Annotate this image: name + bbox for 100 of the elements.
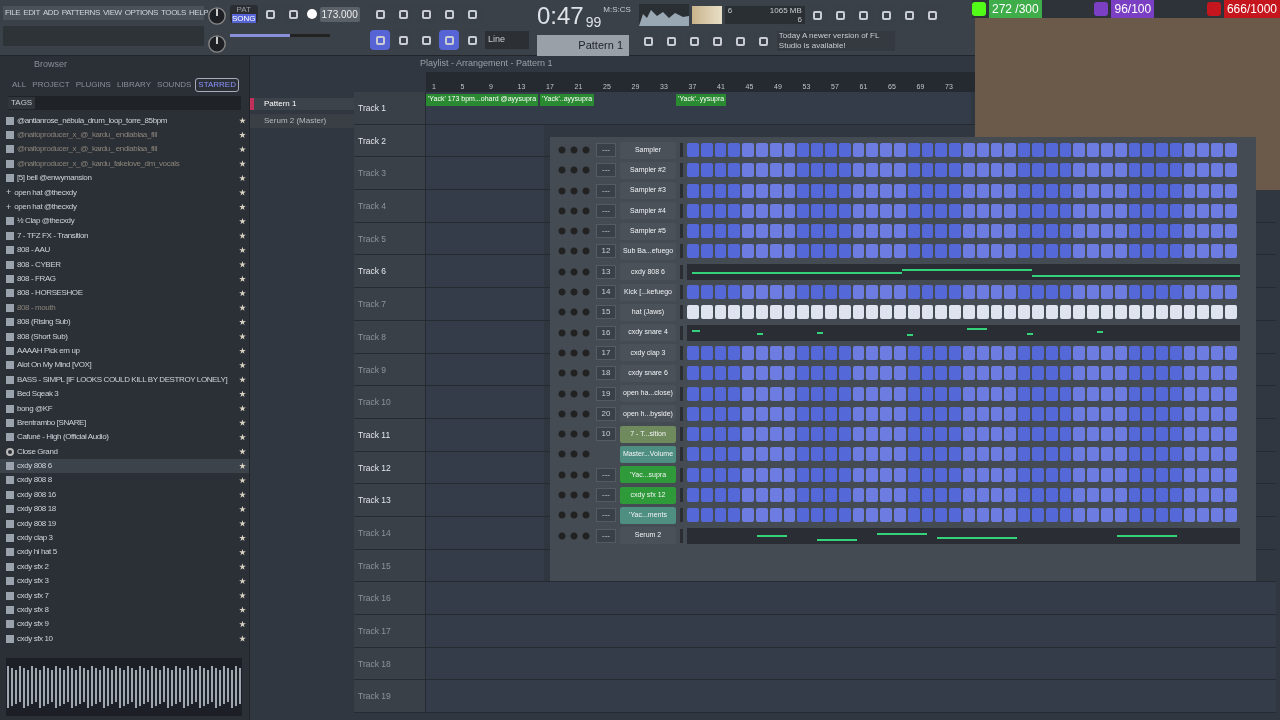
track-header[interactable]: Track 5	[354, 222, 426, 255]
channel-select-indicator[interactable]	[680, 163, 683, 178]
browser-item[interactable]: cxdy clap 3	[0, 530, 249, 546]
mixer-track-field[interactable]: ---	[596, 183, 616, 198]
channel-select-indicator[interactable]	[680, 488, 683, 503]
browser-item[interactable]: 808 - HORSESHOE	[0, 286, 249, 301]
track-header[interactable]: Track 16	[354, 582, 426, 614]
channel-select-indicator[interactable]	[680, 345, 683, 360]
channel-select-indicator[interactable]	[680, 264, 683, 279]
channel-controls-icon[interactable]	[556, 531, 592, 540]
channel-controls-icon[interactable]	[556, 328, 592, 337]
browser-item[interactable]: 7 - TFZ FX - Transition	[0, 228, 249, 243]
channel-controls-icon[interactable]	[556, 206, 592, 215]
channel-select-indicator[interactable]	[680, 325, 683, 340]
track-header[interactable]: Track 14	[354, 516, 426, 549]
browser-tab[interactable]: SOUNDS	[155, 77, 194, 92]
mixer-track-field[interactable]: ---	[596, 224, 616, 239]
browser-item[interactable]: cxdy sfx 7	[0, 588, 249, 603]
track-header[interactable]: Track 11	[354, 418, 426, 451]
browser-item[interactable]: cxdy sfx 9	[0, 617, 249, 632]
channel-select-indicator[interactable]	[680, 203, 683, 218]
browser-item[interactable]: cxdy sfx 2	[0, 559, 249, 574]
pat-song-toggle[interactable]: PAT SONG	[230, 5, 258, 23]
browser-item[interactable]: Cafuné - High (Official Audio)	[0, 430, 249, 445]
browser-tab[interactable]: ALL	[10, 77, 29, 92]
menu-item[interactable]: FILE	[5, 7, 21, 19]
mixer-track-field[interactable]: ---	[596, 528, 616, 543]
browser-item[interactable]: cxdy sfx 3	[0, 574, 249, 589]
channel-controls-icon[interactable]	[556, 288, 592, 297]
channel-controls-icon[interactable]	[556, 247, 592, 256]
mixer-track-field[interactable]: ---	[596, 467, 616, 482]
menu-item[interactable]: TOOLS	[161, 7, 186, 19]
channel-controls-icon[interactable]	[556, 450, 592, 459]
browser-item[interactable]: + open hat @thecxdy	[0, 185, 249, 200]
browser-item[interactable]: Bed Sqeak 3	[0, 386, 249, 402]
track-header[interactable]: Track 4	[354, 190, 426, 222]
tempo-field[interactable]: 173.000	[319, 6, 360, 22]
channel-select-indicator[interactable]	[680, 508, 683, 523]
mixer-track-field[interactable]: 10	[596, 427, 616, 442]
browser-item[interactable]: cxdy sfx 8	[0, 602, 249, 618]
channel-controls-icon[interactable]	[556, 267, 592, 276]
browser-tab[interactable]: STARRED	[195, 77, 239, 92]
browser-item[interactable]: Brentrambo [SNARE]	[0, 415, 249, 431]
channel-select-indicator[interactable]	[680, 183, 683, 198]
browser-item[interactable]: @antianrose_nébula_drum_loop_torre_85bpm	[0, 113, 249, 128]
mixer-track-field[interactable]: 20	[596, 406, 616, 421]
menu-item[interactable]: PATTERNS	[61, 7, 100, 19]
snap-dropdown[interactable]: Line	[485, 31, 529, 49]
browser-item[interactable]: Close Grand	[0, 444, 249, 459]
browser-item[interactable]: AAAAH Pick em up	[0, 343, 249, 359]
browser-item[interactable]: 808 - FRAG	[0, 271, 249, 287]
pattern-selector[interactable]: Pattern 1	[537, 35, 629, 56]
mixer-track-field[interactable]: 12	[596, 244, 616, 259]
mixer-track-field[interactable]: 13	[596, 264, 616, 279]
channel-select-indicator[interactable]	[680, 224, 683, 239]
expand-toggle[interactable]: +	[6, 202, 12, 212]
channel-controls-icon[interactable]	[556, 308, 592, 317]
track-header[interactable]: Track 1	[354, 92, 426, 124]
channel-controls-icon[interactable]	[556, 430, 592, 439]
channel-controls-icon[interactable]	[556, 369, 592, 378]
browser-tab[interactable]: PROJECT	[30, 77, 72, 92]
mixer-track-field[interactable]: 19	[596, 386, 616, 401]
track-header[interactable]: Track 18	[354, 647, 426, 680]
track-header[interactable]: Track 12	[354, 451, 426, 484]
browser-item[interactable]: [5] bell @enwymansion	[0, 171, 249, 186]
menu-item[interactable]: HELP	[189, 7, 209, 19]
track-header[interactable]: Track 6	[354, 255, 426, 288]
mixer-track-field[interactable]: 15	[596, 305, 616, 320]
channel-controls-icon[interactable]	[556, 511, 592, 520]
mixer-track-field[interactable]: 16	[596, 325, 616, 340]
channel-select-indicator[interactable]	[680, 427, 683, 442]
pattern-picker[interactable]: Pattern 1	[250, 98, 354, 110]
record-icon[interactable]	[306, 9, 317, 19]
knob-icon[interactable]	[207, 6, 227, 26]
channel-controls-icon[interactable]	[556, 227, 592, 236]
browser-item[interactable]: + open hat @thecxdy	[0, 199, 249, 215]
knob-icon[interactable]	[207, 34, 227, 54]
channel-select-indicator[interactable]	[680, 467, 683, 482]
mixer-track-field[interactable]: ---	[596, 488, 616, 503]
channel-select-indicator[interactable]	[680, 366, 683, 381]
channel-select-indicator[interactable]	[680, 244, 683, 259]
browser-item[interactable]: cxdy 808 8	[0, 473, 249, 488]
channel-controls-icon[interactable]	[556, 146, 592, 154]
mixer-track-field[interactable]: 14	[596, 285, 616, 300]
mixer-track-field[interactable]: ---	[596, 203, 616, 218]
browser-item[interactable]: 808 - AAU	[0, 243, 249, 258]
track-header[interactable]: Track 8	[354, 320, 426, 353]
track-header[interactable]: Track 13	[354, 484, 426, 516]
menu-item[interactable]: EDIT	[23, 7, 40, 19]
tags-search-field[interactable]: TAGS	[8, 95, 241, 110]
channel-controls-icon[interactable]	[556, 186, 592, 195]
channel-controls-icon[interactable]	[556, 491, 592, 500]
channel-controls-icon[interactable]	[556, 470, 592, 479]
browser-item[interactable]: cxdy 808 16	[0, 487, 249, 503]
browser-item[interactable]: @naitoproducer_x_@_kardu_fakelove_dm_vocals	[0, 156, 249, 172]
channel-select-indicator[interactable]	[680, 447, 683, 462]
browser-tab[interactable]: LIBRARY	[114, 77, 153, 92]
track-header[interactable]: Track 17	[354, 615, 426, 647]
channel-select-indicator[interactable]	[680, 406, 683, 421]
track-header[interactable]: Track 9	[354, 353, 426, 386]
